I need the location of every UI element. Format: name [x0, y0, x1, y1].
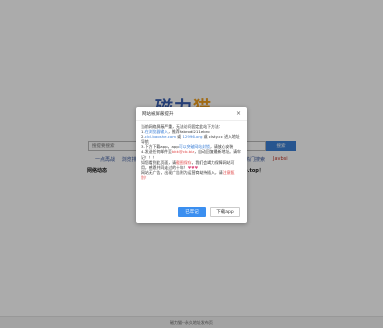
blocked-notice-modal: 网站被屏蔽提升 × 当前网络屏蔽严重，无法访问固定此站下方法： 1.在浏览器输入，… — [136, 107, 247, 223]
remembered-button[interactable]: 已牢记 — [178, 207, 206, 217]
modal-line-text: clcl.baoshe.com — [144, 134, 177, 140]
modal-title: 网站被屏蔽提升 — [142, 112, 174, 117]
modal-buttons: 已牢记 下载app — [178, 207, 242, 218]
modal-line: 4.发送任何邮件至bkk@cb.biz，自动回复最新地址。请牢记！！！ — [141, 149, 242, 159]
modal-line: 网站无广告，出现广告则为运营商劫持插入，请注意甄别！ — [141, 170, 242, 180]
modal-line-text: bkk@cb.biz — [171, 149, 195, 155]
modal-line-text: 12996.org — [182, 134, 203, 140]
modal-header: 网站被屏蔽提升 × — [136, 107, 247, 121]
download-app-button[interactable]: 下载app — [210, 207, 240, 217]
close-icon[interactable]: × — [235, 110, 242, 117]
modal-line: 2.clcl.baoshe.com 或 12996.org 或 clsty.cc… — [141, 134, 242, 144]
modal-body: 当前网络屏蔽严重，无法访问固定此站下方法： 1.在浏览器输入，推荐fabrodi2… — [141, 124, 242, 180]
modal-line: 如您看到此页面，请截图保存，我们会竭力保障网站可用，感恩共同走过的十年！♥♥♥ — [141, 160, 242, 170]
modal-line-text: 网站无广告，出现广告则为运营商劫持插入，请 — [141, 169, 223, 175]
